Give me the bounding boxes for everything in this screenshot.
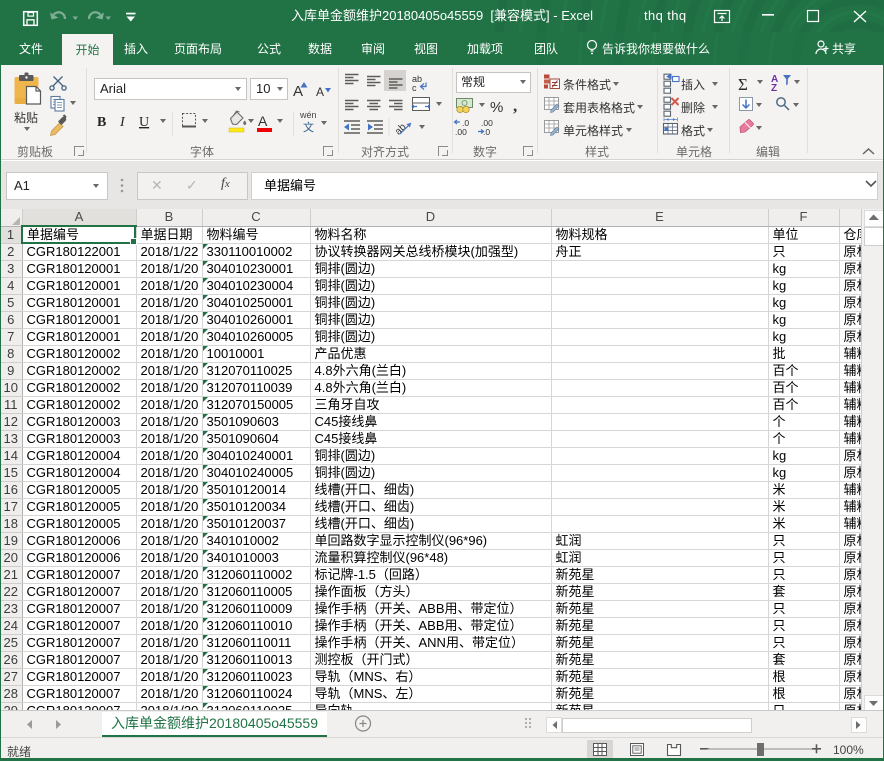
svg-text:.0: .0 <box>483 127 490 137</box>
svg-text:Z: Z <box>771 83 777 94</box>
svg-text:,: , <box>513 96 517 115</box>
svg-text:%: % <box>490 99 503 116</box>
svg-text:.00: .00 <box>455 127 467 137</box>
svg-text:Σ: Σ <box>738 75 748 94</box>
svg-text:A: A <box>293 83 303 100</box>
svg-text:A: A <box>316 85 324 99</box>
svg-text:I: I <box>119 115 126 130</box>
svg-text:A: A <box>258 113 268 129</box>
svg-text:ab: ab <box>393 121 409 137</box>
svg-text:wén: wén <box>299 110 317 120</box>
svg-text:U: U <box>139 115 149 130</box>
svg-text:文: 文 <box>303 120 314 134</box>
svg-text:B: B <box>97 115 106 130</box>
svg-text:c: c <box>412 83 417 93</box>
